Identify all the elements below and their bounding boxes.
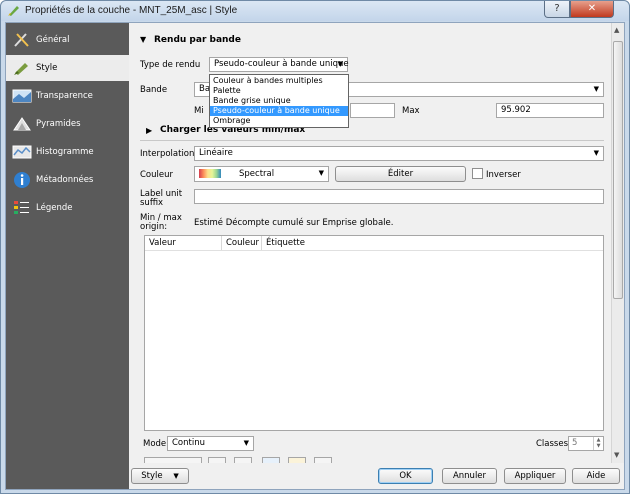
sidebar-item-label: Légende bbox=[36, 203, 73, 213]
vertical-scrollbar[interactable]: ▲ ▼ bbox=[611, 23, 624, 463]
mode-label: Mode bbox=[143, 439, 167, 449]
sidebar-item-histogram[interactable]: Histogramme bbox=[6, 139, 129, 165]
render-type-value: Pseudo-couleur à bande unique bbox=[214, 59, 349, 69]
chevron-down-icon: ▼ bbox=[593, 85, 599, 93]
chevron-down-icon: ▼ bbox=[173, 472, 179, 480]
sidebar-item-pyramids[interactable]: Pyramides bbox=[6, 111, 129, 137]
style-button-label: Style bbox=[141, 471, 163, 481]
close-window-button[interactable]: ✕ bbox=[570, 1, 614, 18]
mode-combo[interactable]: Continu ▼ bbox=[167, 436, 254, 451]
color-ramp-combo[interactable]: Spectral ▼ bbox=[194, 166, 329, 182]
expand-arrow-icon[interactable]: ▶ bbox=[146, 126, 152, 135]
max-input[interactable]: 95.902 bbox=[496, 103, 604, 118]
spin-arrows-icon[interactable]: ▲ ▼ bbox=[593, 437, 603, 450]
minmax-origin-value: Estimé Décompte cumulé sur Emprise globa… bbox=[194, 218, 394, 228]
header-divider bbox=[145, 250, 603, 251]
label-unit-label-line2: suffix bbox=[140, 198, 164, 208]
style-icon bbox=[14, 63, 28, 75]
transparency-icon bbox=[12, 89, 32, 103]
render-group-title: Rendu par bande bbox=[154, 35, 241, 45]
sidebar-item-label: Métadonnées bbox=[36, 175, 94, 185]
classes-spinbox[interactable]: 5 ▲ ▼ bbox=[568, 436, 604, 451]
help-button[interactable]: Aide bbox=[572, 468, 620, 484]
properties-window: Propriétés de la couche - MNT_25M_asc | … bbox=[0, 0, 630, 494]
min-input[interactable] bbox=[350, 103, 395, 118]
render-type-dropdown: Couleur à bandes multiples Palette Bande… bbox=[209, 74, 349, 128]
dropdown-option[interactable]: Ombrage bbox=[210, 116, 348, 126]
band-label: Bande bbox=[140, 85, 168, 95]
metadata-icon bbox=[14, 172, 30, 188]
collapse-arrow-icon[interactable]: ▼ bbox=[140, 35, 146, 44]
general-icon bbox=[14, 33, 29, 47]
apply-button[interactable]: Appliquer bbox=[504, 468, 566, 484]
max-label: Max bbox=[402, 106, 420, 116]
ok-button[interactable]: OK bbox=[378, 468, 433, 484]
legend-icon bbox=[14, 201, 29, 214]
dropdown-option[interactable]: Couleur à bandes multiples bbox=[210, 76, 348, 86]
sidebar: Général Style Transparence Pyramides His… bbox=[6, 23, 129, 489]
sidebar-item-label: Transparence bbox=[36, 91, 93, 101]
classes-value: 5 bbox=[572, 438, 578, 448]
cancel-button[interactable]: Annuler bbox=[442, 468, 497, 484]
sidebar-item-style[interactable]: Style bbox=[6, 55, 129, 81]
dropdown-option[interactable]: Bande grise unique bbox=[210, 96, 348, 106]
style-menu-button[interactable]: Style ▼ bbox=[131, 468, 189, 484]
chevron-down-icon: ▼ bbox=[337, 60, 343, 68]
interpolation-label: Interpolation bbox=[140, 149, 195, 159]
min-label: Mi bbox=[194, 106, 204, 116]
scroll-thumb[interactable] bbox=[613, 41, 623, 299]
dialog-footer: Style ▼ OK Annuler Appliquer Aide bbox=[130, 463, 624, 489]
sidebar-item-label: Style bbox=[36, 63, 58, 73]
sidebar-item-label: Général bbox=[36, 35, 70, 45]
chevron-down-icon: ▼ bbox=[243, 439, 249, 447]
interpolation-combo[interactable]: Linéaire ▼ bbox=[194, 146, 604, 161]
color-map-table[interactable]: Valeur Couleur Étiquette bbox=[144, 235, 604, 431]
color-ramp-name: Spectral bbox=[239, 169, 275, 179]
column-header-value[interactable]: Valeur bbox=[145, 236, 222, 250]
sidebar-item-label: Histogramme bbox=[36, 147, 94, 157]
column-header-color[interactable]: Couleur bbox=[222, 236, 262, 250]
column-header-label[interactable]: Étiquette bbox=[262, 236, 603, 250]
minmax-origin-label-line2: origin: bbox=[140, 222, 168, 232]
color-ramp-preview bbox=[199, 169, 221, 178]
edit-ramp-button[interactable]: Éditer bbox=[335, 166, 466, 182]
label-unit-suffix-input[interactable] bbox=[194, 189, 604, 204]
sidebar-item-metadata[interactable]: Métadonnées bbox=[6, 167, 129, 193]
invert-label: Inverser bbox=[486, 170, 521, 180]
render-type-label: Type de rendu bbox=[140, 60, 201, 70]
chevron-down-icon: ▼ bbox=[593, 149, 599, 157]
classes-label: Classes bbox=[536, 439, 569, 449]
divider bbox=[140, 140, 604, 141]
invert-checkbox[interactable] bbox=[472, 168, 483, 179]
chevron-down-icon: ▼ bbox=[318, 169, 324, 177]
dropdown-option[interactable]: Palette bbox=[210, 86, 348, 96]
pyramids-icon bbox=[13, 117, 31, 131]
dropdown-option-selected[interactable]: Pseudo-couleur à bande unique bbox=[210, 106, 348, 116]
sidebar-item-transparency[interactable]: Transparence bbox=[6, 83, 129, 109]
histogram-icon bbox=[12, 145, 32, 159]
mode-value: Continu bbox=[172, 438, 205, 448]
sidebar-item-label: Pyramides bbox=[36, 119, 81, 129]
qgis-app-icon bbox=[8, 6, 19, 16]
sidebar-item-legend[interactable]: Légende bbox=[6, 195, 129, 221]
scroll-up-icon[interactable]: ▲ bbox=[614, 26, 619, 34]
sidebar-item-general[interactable]: Général bbox=[6, 27, 129, 53]
scroll-down-icon[interactable]: ▼ bbox=[614, 451, 619, 459]
color-label: Couleur bbox=[140, 170, 173, 180]
render-type-combo[interactable]: Pseudo-couleur à bande unique ▼ bbox=[209, 57, 349, 72]
window-title: Propriétés de la couche - MNT_25M_asc | … bbox=[25, 5, 238, 16]
dialog-client: Général Style Transparence Pyramides His… bbox=[5, 22, 625, 490]
style-panel: ▼ Rendu par bande Type de rendu Pseudo-c… bbox=[130, 23, 611, 463]
title-bar[interactable]: Propriétés de la couche - MNT_25M_asc | … bbox=[1, 1, 629, 21]
help-window-button[interactable]: ? bbox=[544, 1, 570, 18]
interpolation-value: Linéaire bbox=[199, 148, 233, 158]
